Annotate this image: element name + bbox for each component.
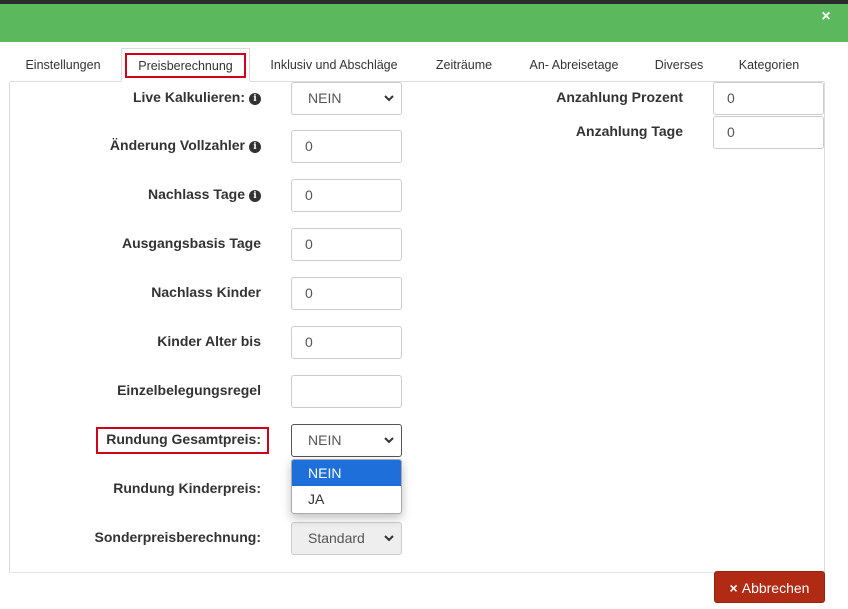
tab-an-abreisetage[interactable]: An- Abreisetage: [522, 48, 626, 82]
input-anzahlung-tage[interactable]: 0: [713, 116, 824, 149]
footer-divider: [9, 572, 825, 573]
info-icon[interactable]: i: [249, 141, 261, 153]
chevron-down-icon: [384, 535, 394, 542]
label-live-kalkulieren: Live Kalkulieren: i: [60, 89, 261, 105]
cancel-button-label: Abbrechen: [741, 580, 810, 596]
chevron-down-icon: [384, 437, 394, 444]
select-rundung-gesamtpreis[interactable]: NEIN: [291, 424, 402, 457]
rundung-gesamtpreis-options: NEIN JA: [291, 459, 402, 514]
cancel-button[interactable]: × Abbrechen: [714, 571, 825, 603]
info-icon[interactable]: i: [249, 93, 261, 105]
label-nachlass-tage: Nachlass Tage i: [60, 186, 261, 202]
input-nachlass-kinder[interactable]: 0: [291, 277, 402, 310]
input-einzelbelegungsregel[interactable]: [291, 375, 402, 408]
label-anzahlung-prozent: Anzahlung Prozent: [556, 89, 683, 105]
label-sonderpreisberechnung: Sonderpreisberechnung:: [94, 529, 261, 545]
select-sonderpreisberechnung: Standard: [291, 522, 402, 555]
input-ausgangsbasis-tage[interactable]: 0: [291, 228, 402, 261]
label-ausgangsbasis-tage: Ausgangsbasis Tage: [121, 235, 261, 251]
label-einzelbelegungsregel: Einzelbelegungsregel: [117, 382, 261, 398]
label-rundung-kinderpreis: Rundung Kinderpreis:: [113, 480, 261, 496]
header-top-strip: [0, 0, 848, 4]
input-aenderung-vollzahler[interactable]: 0: [291, 130, 402, 163]
chevron-down-icon: [384, 95, 394, 102]
label-aenderung-vollzahler: Änderung Vollzahler i: [60, 137, 261, 153]
tab-inklusiv-und-abschlaege[interactable]: Inklusiv und Abschläge: [261, 48, 407, 82]
form-panel: [9, 82, 825, 572]
info-icon[interactable]: i: [249, 190, 261, 202]
tab-diverses[interactable]: Diverses: [644, 48, 714, 82]
option-nein[interactable]: NEIN: [292, 460, 401, 486]
close-icon[interactable]: ×: [818, 8, 834, 26]
modal-header: ×: [0, 0, 848, 42]
input-kinder-alter-bis[interactable]: 0: [291, 326, 402, 359]
tab-zeitraeume[interactable]: Zeiträume: [424, 48, 504, 82]
tab-kategorien[interactable]: Kategorien: [730, 48, 808, 82]
label-rundung-gesamtpreis: Rundung Gesamtpreis:: [106, 431, 261, 447]
label-kinder-alter-bis: Kinder Alter bis: [157, 333, 261, 349]
tab-preisberechnung[interactable]: Preisberechnung: [121, 48, 250, 82]
select-live-kalkulieren[interactable]: NEIN: [291, 82, 402, 115]
input-anzahlung-prozent[interactable]: 0: [713, 82, 824, 115]
tab-einstellungen[interactable]: Einstellungen: [14, 48, 112, 82]
input-nachlass-tage[interactable]: 0: [291, 179, 402, 212]
close-icon: ×: [729, 580, 738, 596]
tab-bar: Einstellungen Preisberechnung Inklusiv u…: [10, 48, 824, 82]
option-ja[interactable]: JA: [292, 486, 401, 512]
label-anzahlung-tage: Anzahlung Tage: [575, 123, 683, 139]
label-nachlass-kinder: Nachlass Kinder: [151, 284, 261, 300]
